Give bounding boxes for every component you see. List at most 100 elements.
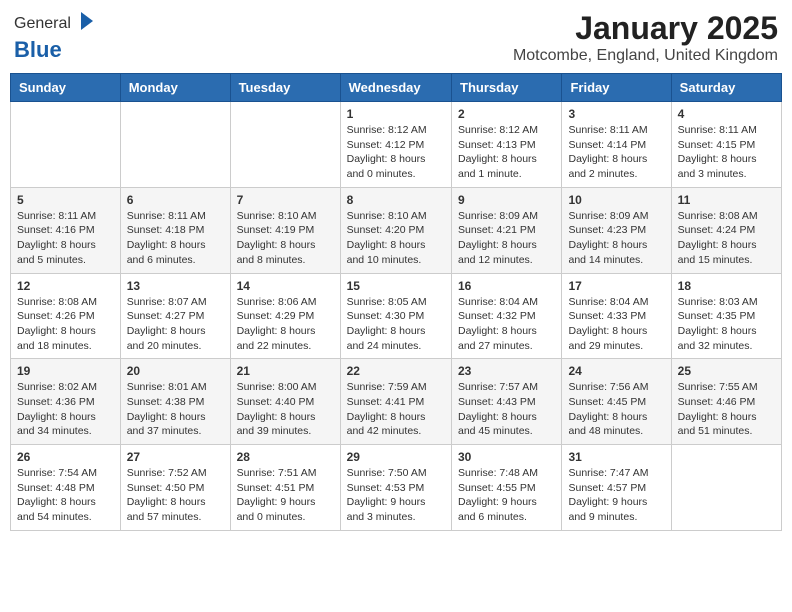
calendar-cell: 30Sunrise: 7:48 AMSunset: 4:55 PMDayligh… bbox=[452, 445, 562, 531]
cell-info: Sunrise: 8:00 AMSunset: 4:40 PMDaylight:… bbox=[237, 380, 334, 439]
month-title: January 2025 bbox=[513, 10, 778, 47]
calendar-week-row: 19Sunrise: 8:02 AMSunset: 4:36 PMDayligh… bbox=[11, 359, 782, 445]
day-number: 1 bbox=[347, 107, 445, 121]
calendar-cell: 12 Sunrise: 8:08 AMSunset: 4:26 PMDayligh… bbox=[11, 273, 121, 359]
cell-info: Sunrise: 8:08 AMSunset: 4:26 PMDaylight:… bbox=[17, 295, 114, 354]
day-number: 26 bbox=[17, 450, 114, 464]
day-number: 2 bbox=[458, 107, 555, 121]
calendar-cell: 27Sunrise: 7:52 AMSunset: 4:50 PMDayligh… bbox=[120, 445, 230, 531]
day-number: 5 bbox=[17, 193, 114, 207]
cell-info: Sunrise: 8:11 AMSunset: 4:16 PMDaylight:… bbox=[17, 209, 114, 268]
cell-info: Sunrise: 8:04 AMSunset: 4:32 PMDaylight:… bbox=[458, 295, 555, 354]
calendar-cell: 11 Sunrise: 8:08 AMSunset: 4:24 PMDayligh… bbox=[671, 187, 781, 273]
logo-triangle-icon bbox=[73, 10, 95, 32]
cell-info: Sunrise: 8:03 AMSunset: 4:35 PMDaylight:… bbox=[678, 295, 775, 354]
calendar-cell: 7 Sunrise: 8:10 AMSunset: 4:19 PMDaylight… bbox=[230, 187, 340, 273]
cell-info: Sunrise: 8:01 AMSunset: 4:38 PMDaylight:… bbox=[127, 380, 224, 439]
calendar-cell bbox=[120, 102, 230, 188]
cell-info: Sunrise: 8:11 AMSunset: 4:18 PMDaylight:… bbox=[127, 209, 224, 268]
cell-info: Sunrise: 8:12 AMSunset: 4:13 PMDaylight:… bbox=[458, 123, 555, 182]
day-number: 8 bbox=[347, 193, 445, 207]
calendar-cell bbox=[230, 102, 340, 188]
calendar-cell: 20 Sunrise: 8:01 AMSunset: 4:38 PMDayligh… bbox=[120, 359, 230, 445]
calendar-cell: 1 Sunrise: 8:12 AMSunset: 4:12 PMDaylight… bbox=[340, 102, 451, 188]
calendar-cell: 19Sunrise: 8:02 AMSunset: 4:36 PMDayligh… bbox=[11, 359, 121, 445]
calendar-cell: 23Sunrise: 7:57 AMSunset: 4:43 PMDayligh… bbox=[452, 359, 562, 445]
day-number: 24 bbox=[568, 364, 664, 378]
cell-info: Sunrise: 7:50 AMSunset: 4:53 PMDaylight:… bbox=[347, 466, 445, 525]
day-number: 28 bbox=[237, 450, 334, 464]
cell-info: Sunrise: 8:10 AMSunset: 4:19 PMDaylight:… bbox=[237, 209, 334, 268]
calendar-cell: 4Sunrise: 8:11 AMSunset: 4:15 PMDaylight… bbox=[671, 102, 781, 188]
column-header-wednesday: Wednesday bbox=[340, 74, 451, 102]
calendar-cell bbox=[671, 445, 781, 531]
cell-info: Sunrise: 7:52 AMSunset: 4:50 PMDaylight:… bbox=[127, 466, 224, 525]
day-number: 9 bbox=[458, 193, 555, 207]
logo-general-text: General bbox=[14, 15, 71, 33]
page-header: General Blue January 2025 Motcombe, Engl… bbox=[10, 10, 782, 65]
cell-info: Sunrise: 7:55 AMSunset: 4:46 PMDaylight:… bbox=[678, 380, 775, 439]
cell-info: Sunrise: 7:51 AMSunset: 4:51 PMDaylight:… bbox=[237, 466, 334, 525]
calendar-cell: 13 Sunrise: 8:07 AMSunset: 4:27 PMDayligh… bbox=[120, 273, 230, 359]
cell-info: Sunrise: 8:05 AMSunset: 4:30 PMDaylight:… bbox=[347, 295, 445, 354]
day-number: 21 bbox=[237, 364, 334, 378]
day-number: 3 bbox=[568, 107, 664, 121]
day-number: 18 bbox=[678, 279, 775, 293]
day-number: 12 bbox=[17, 279, 114, 293]
cell-info: Sunrise: 7:47 AMSunset: 4:57 PMDaylight:… bbox=[568, 466, 664, 525]
cell-info: Sunrise: 7:59 AMSunset: 4:41 PMDaylight:… bbox=[347, 380, 445, 439]
day-number: 15 bbox=[347, 279, 445, 293]
column-header-thursday: Thursday bbox=[452, 74, 562, 102]
cell-info: Sunrise: 7:57 AMSunset: 4:43 PMDaylight:… bbox=[458, 380, 555, 439]
calendar-cell: 5 Sunrise: 8:11 AMSunset: 4:16 PMDaylight… bbox=[11, 187, 121, 273]
calendar-cell: 9 Sunrise: 8:09 AMSunset: 4:21 PMDaylight… bbox=[452, 187, 562, 273]
cell-info: Sunrise: 8:11 AMSunset: 4:14 PMDaylight:… bbox=[568, 123, 664, 182]
column-header-saturday: Saturday bbox=[671, 74, 781, 102]
day-number: 7 bbox=[237, 193, 334, 207]
day-number: 31 bbox=[568, 450, 664, 464]
calendar-week-row: 26 Sunrise: 7:54 AMSunset: 4:48 PMDayligh… bbox=[11, 445, 782, 531]
cell-info: Sunrise: 8:02 AMSunset: 4:36 PMDaylight:… bbox=[17, 380, 114, 439]
calendar-cell: 26 Sunrise: 7:54 AMSunset: 4:48 PMDayligh… bbox=[11, 445, 121, 531]
column-header-tuesday: Tuesday bbox=[230, 74, 340, 102]
day-number: 30 bbox=[458, 450, 555, 464]
cell-info: Sunrise: 7:56 AMSunset: 4:45 PMDaylight:… bbox=[568, 380, 664, 439]
calendar-cell bbox=[11, 102, 121, 188]
cell-info: Sunrise: 8:07 AMSunset: 4:27 PMDaylight:… bbox=[127, 295, 224, 354]
calendar-cell: 24 Sunrise: 7:56 AMSunset: 4:45 PMDayligh… bbox=[562, 359, 671, 445]
calendar-cell: 18 Sunrise: 8:03 AMSunset: 4:35 PMDayligh… bbox=[671, 273, 781, 359]
calendar-cell: 25 Sunrise: 7:55 AMSunset: 4:46 PMDayligh… bbox=[671, 359, 781, 445]
cell-info: Sunrise: 8:09 AMSunset: 4:21 PMDaylight:… bbox=[458, 209, 555, 268]
calendar-cell: 2 Sunrise: 8:12 AMSunset: 4:13 PMDaylight… bbox=[452, 102, 562, 188]
day-number: 25 bbox=[678, 364, 775, 378]
calendar-cell: 16 Sunrise: 8:04 AMSunset: 4:32 PMDayligh… bbox=[452, 273, 562, 359]
calendar-week-row: 12 Sunrise: 8:08 AMSunset: 4:26 PMDayligh… bbox=[11, 273, 782, 359]
cell-info: Sunrise: 8:10 AMSunset: 4:20 PMDaylight:… bbox=[347, 209, 445, 268]
location: Motcombe, England, United Kingdom bbox=[513, 47, 778, 65]
day-number: 20 bbox=[127, 364, 224, 378]
cell-info: Sunrise: 8:08 AMSunset: 4:24 PMDaylight:… bbox=[678, 209, 775, 268]
cell-info: Sunrise: 7:54 AMSunset: 4:48 PMDaylight:… bbox=[17, 466, 114, 525]
cell-info: Sunrise: 8:04 AMSunset: 4:33 PMDaylight:… bbox=[568, 295, 664, 354]
calendar-cell: 3 Sunrise: 8:11 AMSunset: 4:14 PMDaylight… bbox=[562, 102, 671, 188]
calendar-cell: 15 Sunrise: 8:05 AMSunset: 4:30 PMDayligh… bbox=[340, 273, 451, 359]
calendar-week-row: 5 Sunrise: 8:11 AMSunset: 4:16 PMDaylight… bbox=[11, 187, 782, 273]
calendar-cell: 6Sunrise: 8:11 AMSunset: 4:18 PMDaylight… bbox=[120, 187, 230, 273]
day-number: 4 bbox=[678, 107, 775, 121]
day-number: 11 bbox=[678, 193, 775, 207]
cell-info: Sunrise: 8:06 AMSunset: 4:29 PMDaylight:… bbox=[237, 295, 334, 354]
calendar-cell: 10Sunrise: 8:09 AMSunset: 4:23 PMDayligh… bbox=[562, 187, 671, 273]
cell-info: Sunrise: 8:12 AMSunset: 4:12 PMDaylight:… bbox=[347, 123, 445, 182]
calendar-cell: 17Sunrise: 8:04 AMSunset: 4:33 PMDayligh… bbox=[562, 273, 671, 359]
day-number: 16 bbox=[458, 279, 555, 293]
calendar-cell: 28 Sunrise: 7:51 AMSunset: 4:51 PMDayligh… bbox=[230, 445, 340, 531]
day-number: 29 bbox=[347, 450, 445, 464]
calendar-table: SundayMondayTuesdayWednesdayThursdayFrid… bbox=[10, 73, 782, 531]
calendar-cell: 29 Sunrise: 7:50 AMSunset: 4:53 PMDayligh… bbox=[340, 445, 451, 531]
column-header-friday: Friday bbox=[562, 74, 671, 102]
day-number: 13 bbox=[127, 279, 224, 293]
calendar-cell: 22 Sunrise: 7:59 AMSunset: 4:41 PMDayligh… bbox=[340, 359, 451, 445]
logo: General Blue bbox=[14, 10, 95, 63]
day-number: 22 bbox=[347, 364, 445, 378]
title-section: January 2025 Motcombe, England, United K… bbox=[513, 10, 778, 65]
